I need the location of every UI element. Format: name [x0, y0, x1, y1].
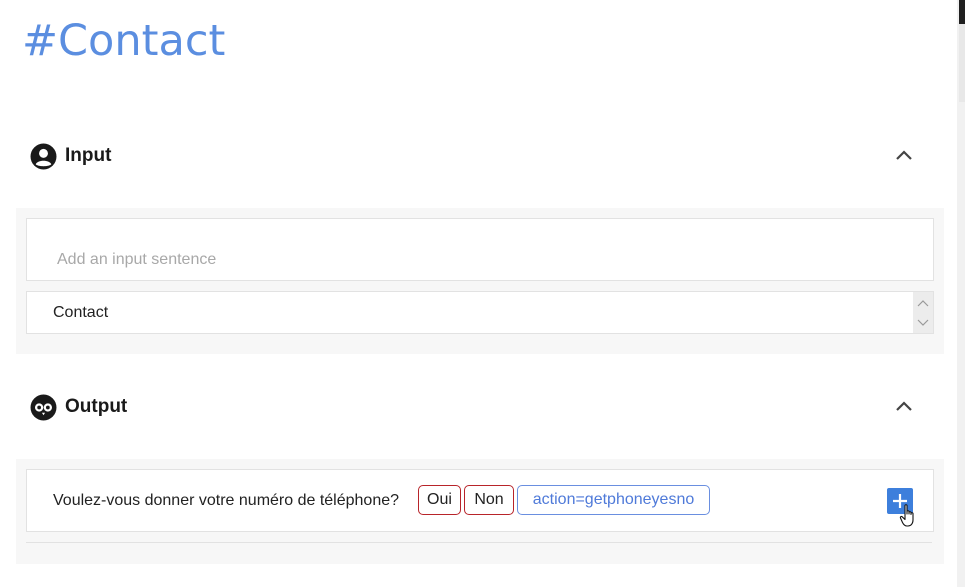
input-section-header[interactable]: Input [30, 141, 111, 171]
output-section-header[interactable]: Output [30, 392, 127, 422]
output-sentence: Voulez-vous donner votre numéro de télép… [53, 492, 400, 509]
input-panel: Add an input sentence Contact [16, 208, 944, 354]
output-response-row[interactable]: Voulez-vous donner votre numéro de télép… [26, 469, 934, 532]
scrollbar-thumb[interactable] [959, 0, 965, 24]
input-placeholder: Add an input sentence [57, 251, 217, 268]
input-value: Contact [53, 304, 109, 321]
input-sentence-field[interactable]: Add an input sentence [26, 218, 934, 281]
divider [26, 542, 932, 543]
page-title: #Contact [22, 16, 226, 66]
hand-cursor-icon [898, 503, 920, 529]
output-panel: Voulez-vous donner votre numéro de télép… [16, 459, 944, 564]
input-stepper[interactable] [913, 292, 933, 333]
answer-tag-oui[interactable]: Oui [418, 485, 461, 515]
answer-tag-non[interactable]: Non [464, 485, 514, 515]
action-tag[interactable]: action=getphoneyesno [517, 485, 710, 515]
input-section-title: Input [65, 145, 112, 166]
scrollbar-segment [959, 24, 965, 102]
account-circle-icon [30, 143, 57, 170]
chevron-up-icon[interactable] [892, 144, 916, 168]
output-section-title: Output [65, 396, 128, 417]
input-value-field[interactable]: Contact [26, 291, 934, 334]
owl-icon [30, 394, 57, 421]
chevron-up-icon[interactable] [892, 395, 916, 419]
